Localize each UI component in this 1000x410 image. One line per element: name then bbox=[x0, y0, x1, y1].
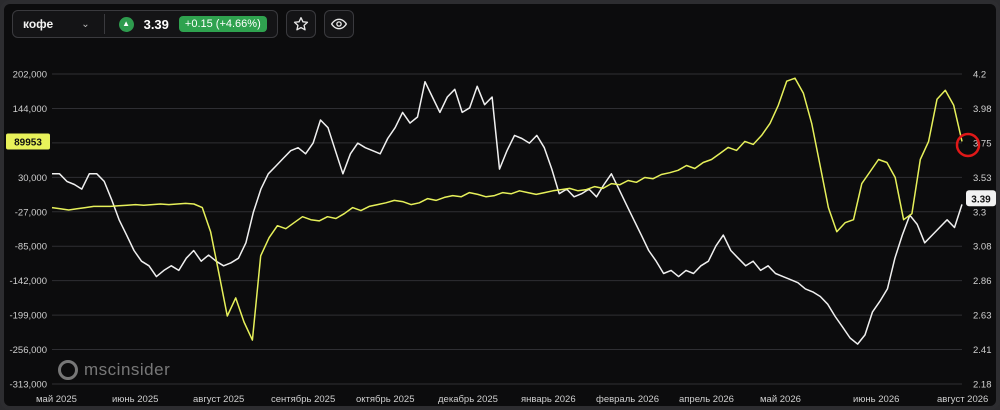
right-tick-label: 3.75 bbox=[973, 138, 992, 149]
series-line-1 bbox=[52, 80, 963, 345]
x-tick-label: декабрь 2025 bbox=[438, 394, 498, 405]
x-tick-label: август 2025 bbox=[193, 394, 244, 405]
right-tick-label: 3.98 bbox=[973, 104, 992, 115]
right-tick-label: 4.2 bbox=[973, 70, 986, 81]
x-tick-label: сентябрь 2025 bbox=[271, 394, 335, 405]
right-tick-label: 2.41 bbox=[973, 345, 992, 356]
left-tick-label: 144,000 bbox=[13, 104, 47, 115]
x-tick-label: август 2026 bbox=[937, 394, 988, 405]
x-tick-label: февраль 2026 bbox=[596, 394, 659, 405]
right-tick-label: 2.86 bbox=[973, 276, 992, 287]
left-tick-label: -142,000 bbox=[9, 276, 47, 287]
left-tick-label: -85,000 bbox=[15, 242, 47, 253]
x-tick-label: январь 2026 bbox=[521, 394, 576, 405]
right-tick-label: 3.3 bbox=[973, 207, 986, 218]
logo-text: mscinsider bbox=[84, 360, 171, 379]
x-tick-label: июнь 2025 bbox=[112, 394, 158, 405]
left-tick-label: -256,000 bbox=[9, 345, 47, 356]
left-tick-label: -313,000 bbox=[9, 380, 47, 391]
right-tick-label: 2.63 bbox=[973, 311, 992, 322]
logo-icon bbox=[58, 360, 78, 380]
brand-logo: mscinsider bbox=[58, 360, 170, 380]
series-line-2 bbox=[51, 77, 963, 341]
x-tick-label: июнь 2026 bbox=[853, 394, 899, 405]
right-tick-label: 3.53 bbox=[973, 173, 992, 184]
left-tick-label: -199,000 bbox=[9, 311, 47, 322]
x-tick-label: октябрь 2025 bbox=[356, 394, 415, 405]
left-tick-label: -27,000 bbox=[15, 207, 47, 218]
x-tick-label: май 2025 bbox=[36, 394, 77, 405]
x-tick-label: апрель 2026 bbox=[679, 394, 734, 405]
right-tick-label: 3.08 bbox=[973, 242, 992, 253]
left-tick-label: 202,000 bbox=[13, 70, 47, 81]
right-tick-label: 2.18 bbox=[973, 380, 992, 391]
current-value-label-left: 89953 bbox=[14, 137, 42, 148]
line-chart[interactable]: 202,000144,00087,00030,000-27,000-85,000… bbox=[0, 0, 1000, 410]
current-value-label-right: 3.39 bbox=[971, 194, 991, 205]
x-tick-label: май 2026 bbox=[760, 394, 801, 405]
left-tick-label: 30,000 bbox=[18, 173, 47, 184]
